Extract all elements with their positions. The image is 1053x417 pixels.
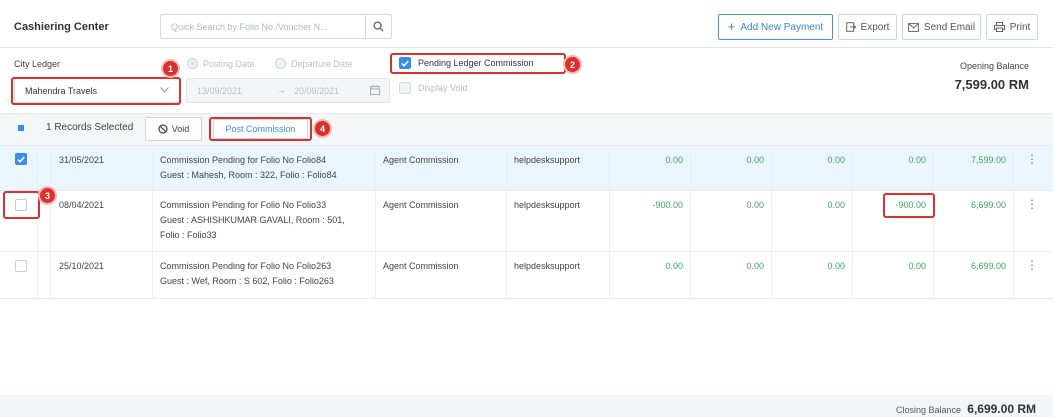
row-amount-3: 0.00	[827, 261, 845, 271]
row-checkbox[interactable]	[15, 199, 27, 211]
select-all-checkbox[interactable]	[18, 125, 24, 131]
radio-dot	[187, 58, 198, 69]
void-label: Void	[171, 124, 190, 134]
arrow-right-icon: →	[277, 85, 286, 95]
row-date: 25/10/2021	[59, 261, 105, 271]
export-label: Export	[860, 21, 890, 33]
row-balance: 6,699.00	[970, 261, 1006, 271]
table-empty-area	[0, 299, 1053, 395]
calendar-icon	[370, 85, 380, 95]
row-checkbox[interactable]	[15, 153, 27, 165]
more-vertical-icon[interactable]: ⋮	[1026, 259, 1038, 271]
table-row[interactable]: 25/10/2021 Commission Pending for Folio …	[0, 252, 1053, 299]
search-button[interactable]	[365, 15, 391, 38]
closing-balance-value: 6,699.00 RM	[967, 402, 1036, 416]
chevron-down-icon	[160, 87, 169, 93]
send-email-button[interactable]: Send Email	[902, 14, 981, 40]
step-badge-3: 3	[38, 186, 57, 205]
display-void-checkbox[interactable]: Display Void	[399, 82, 468, 94]
row-checkbox[interactable]	[15, 260, 27, 272]
ban-icon	[158, 124, 168, 134]
row-user: helpdesksupport	[514, 155, 581, 165]
export-button[interactable]: Export	[838, 14, 897, 40]
row-amount-4: -900.00	[895, 200, 926, 210]
print-button[interactable]: Print	[986, 14, 1038, 40]
city-ledger-value: Mahendra Travels	[25, 85, 98, 96]
step-badge-4: 4	[313, 119, 332, 138]
closing-balance-label: Closing Balance	[895, 405, 961, 415]
pending-ledger-commission-checkbox[interactable]: Pending Ledger Commission	[399, 57, 534, 69]
row-date: 31/05/2021	[59, 155, 105, 165]
checkbox	[399, 82, 411, 94]
ledger-table: 31/05/2021 Commission Pending for Folio …	[0, 146, 1053, 299]
row-amount-4: 0.00	[908, 261, 926, 271]
row-balance: 7,599.00	[970, 155, 1006, 165]
step-badge-1: 1	[161, 59, 180, 78]
row-type: Agent Commission	[383, 261, 459, 271]
send-email-label: Send Email	[923, 21, 976, 33]
row-amount-3: 0.00	[827, 200, 845, 210]
row-user: helpdesksupport	[514, 261, 581, 271]
checkbox	[399, 57, 411, 69]
row-amount-3: 0.00	[827, 155, 845, 165]
add-new-payment-label: Add New Payment	[740, 21, 824, 33]
records-selected-count: 1 Records Selected	[46, 122, 134, 133]
check-icon	[17, 156, 25, 163]
quick-search	[160, 14, 392, 39]
posting-date-radio[interactable]: Posting Date	[187, 58, 255, 69]
row-type: Agent Commission	[383, 200, 459, 210]
row-balance: 6,699.00	[970, 200, 1006, 210]
date-range-picker[interactable]: 13/09/2021 → 20/09/2021	[186, 78, 390, 103]
date-to: 20/09/2021	[294, 86, 340, 96]
mail-icon	[908, 22, 919, 32]
row-description-guest: Guest : Mahesh, Room : 322, Folio : Foli…	[160, 170, 337, 180]
row-description-folio: Folio : Folio33	[160, 230, 217, 240]
radio-dot	[275, 58, 286, 69]
more-vertical-icon[interactable]: ⋮	[1026, 198, 1038, 210]
search-icon	[373, 21, 384, 32]
check-icon	[401, 60, 409, 67]
printer-icon	[993, 22, 1005, 32]
page-title: Cashiering Center	[14, 21, 109, 33]
row-amount-2: 0.00	[746, 155, 764, 165]
row-description: Commission Pending for Folio No Folio33	[160, 200, 327, 210]
row-amount-1: 0.00	[665, 261, 683, 271]
row-description: Commission Pending for Folio No Folio263	[160, 261, 332, 271]
posting-date-label: Posting Date	[203, 58, 255, 69]
void-button[interactable]: Void	[145, 117, 202, 141]
print-label: Print	[1009, 21, 1031, 33]
row-type: Agent Commission	[383, 155, 459, 165]
display-void-label: Display Void	[418, 83, 468, 93]
city-ledger-label: City Ledger	[14, 59, 61, 69]
city-ledger-select[interactable]: Mahendra Travels	[14, 78, 180, 103]
row-amount-1: 0.00	[665, 155, 683, 165]
departure-date-radio[interactable]: Departure Date	[275, 58, 353, 69]
post-commission-button[interactable]: Post Commission	[213, 119, 308, 139]
date-from: 13/09/2021	[197, 86, 243, 96]
row-description-guest: Guest : ASHISHKUMAR GAVALI, Room : 501,	[160, 215, 345, 225]
row-amount-1: -900.00	[652, 200, 683, 210]
table-row[interactable]: 08/04/2021 Commission Pending for Folio …	[0, 191, 1053, 252]
opening-balance-value: 7,599.00 RM	[954, 77, 1029, 92]
more-vertical-icon[interactable]: ⋮	[1026, 153, 1038, 165]
export-icon	[845, 22, 856, 32]
row-description: Commission Pending for Folio No Folio84	[160, 155, 327, 165]
search-input[interactable]	[161, 15, 365, 38]
table-row[interactable]: 31/05/2021 Commission Pending for Folio …	[0, 146, 1053, 191]
pending-ledger-commission-label: Pending Ledger Commission	[418, 58, 534, 68]
departure-date-label: Departure Date	[291, 58, 353, 69]
row-date: 08/04/2021	[59, 200, 105, 210]
opening-balance-label: Opening Balance	[959, 61, 1029, 71]
post-commission-label: Post Commission	[225, 124, 296, 134]
row-description-guest: Guest : Wef, Room : S 602, Folio : Folio…	[160, 276, 334, 286]
step-badge-2: 2	[563, 55, 582, 74]
row-amount-2: 0.00	[746, 200, 764, 210]
add-new-payment-button[interactable]: + Add New Payment	[718, 14, 833, 40]
row-amount-4: 0.00	[908, 155, 926, 165]
row-user: helpdesksupport	[514, 200, 581, 210]
row-amount-2: 0.00	[746, 261, 764, 271]
plus-icon: +	[727, 19, 736, 34]
